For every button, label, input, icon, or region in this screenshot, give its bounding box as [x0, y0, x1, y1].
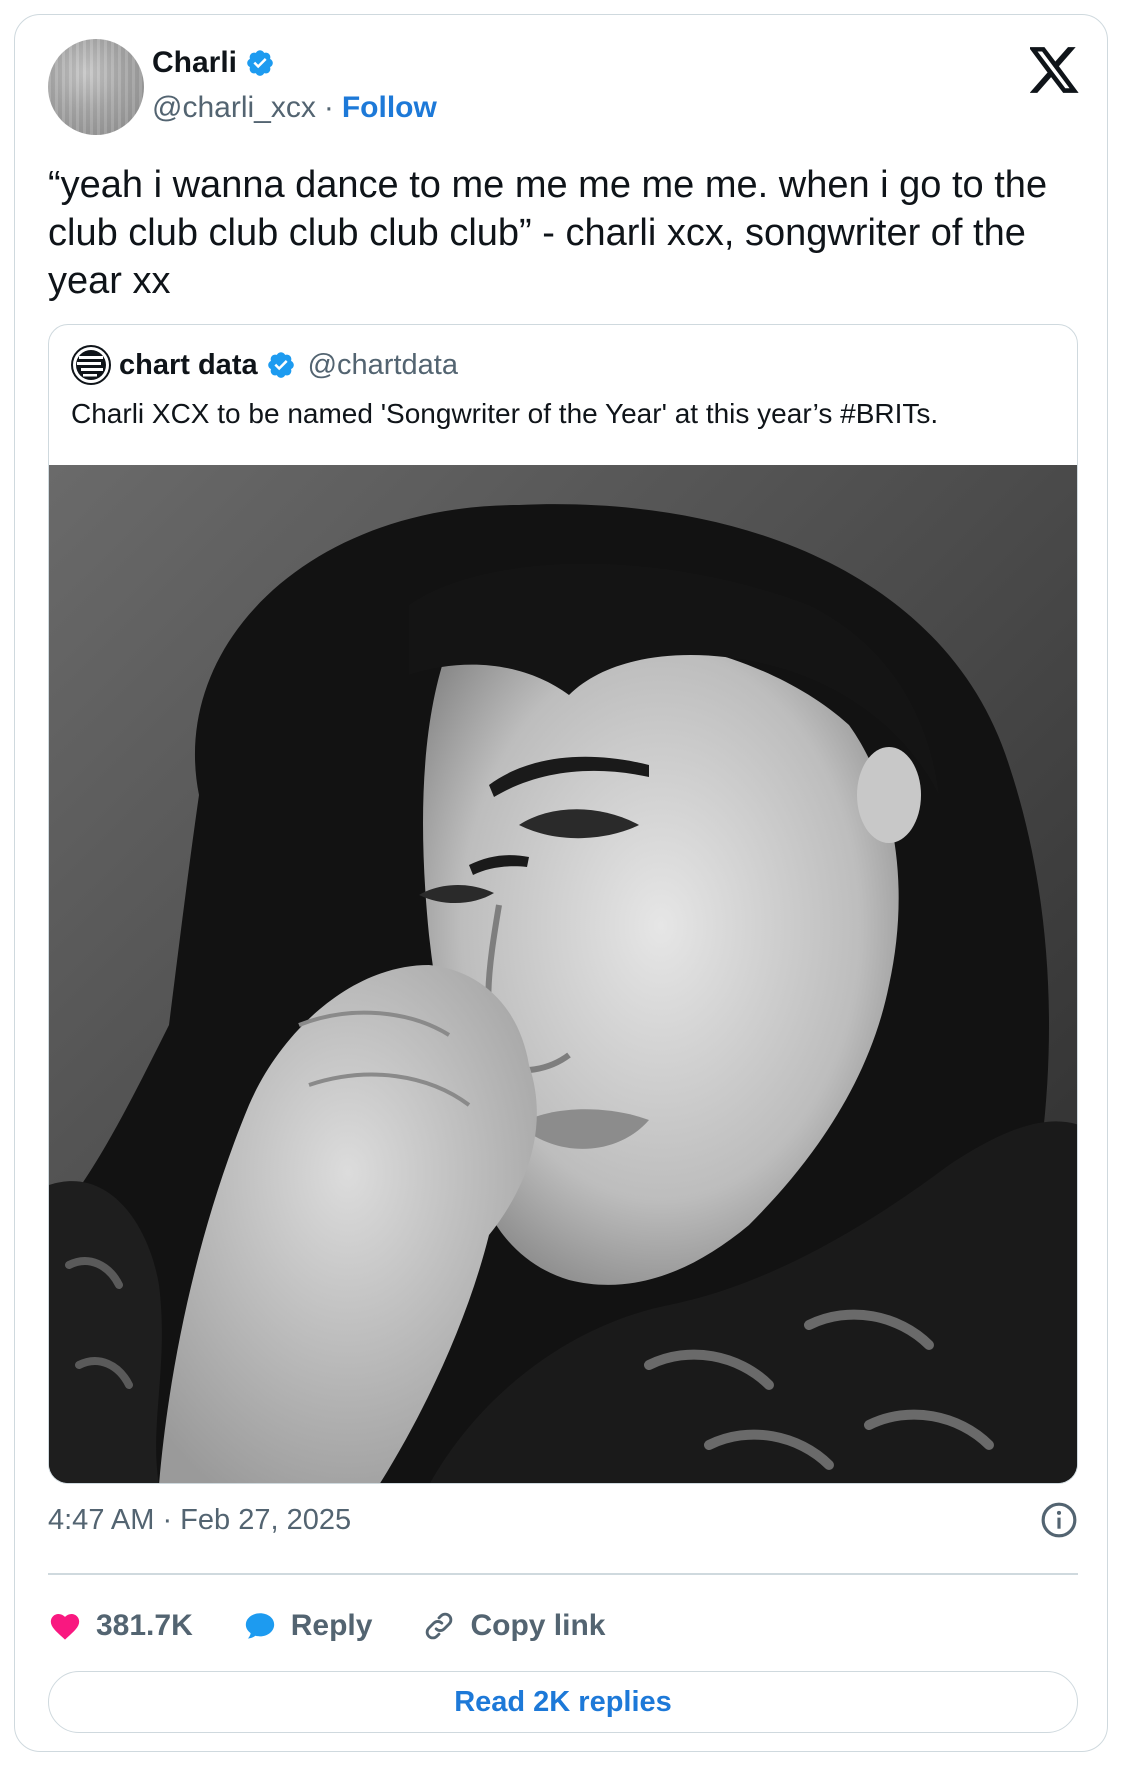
verified-badge-icon: [247, 50, 273, 76]
heart-icon: [50, 1613, 80, 1640]
author-name-row: Charli: [152, 45, 275, 81]
copy-link-button[interactable]: Copy link: [422, 1609, 605, 1643]
info-icon[interactable]: [1040, 1501, 1078, 1539]
x-logo-icon[interactable]: [1030, 47, 1080, 93]
quoted-verified-badge-icon: [267, 352, 294, 378]
handle-separator: ·: [323, 91, 334, 124]
read-replies-button[interactable]: Read 2K replies: [48, 1671, 1078, 1733]
follow-button[interactable]: Follow: [342, 90, 437, 126]
avatar-texture: [48, 39, 144, 135]
copy-link-label: Copy link: [470, 1609, 606, 1642]
divider: [48, 1573, 1078, 1575]
quoted-display-name[interactable]: chart data: [119, 349, 258, 382]
quoted-tweet-text: Charli XCX to be named 'Songwriter of th…: [71, 398, 939, 429]
author-handle[interactable]: @charli_xcx: [152, 90, 316, 126]
quoted-tweet-header: chart data @chartdata: [71, 345, 458, 385]
author-handle-row: @charli_xcx · Follow: [152, 90, 437, 126]
link-icon: [426, 1612, 453, 1640]
tweet-timestamp[interactable]: 4:47 AM · Feb 27, 2025: [48, 1502, 351, 1538]
chart-data-avatar[interactable]: [71, 345, 111, 385]
tweet-text: “yeah i wanna dance to me me me me me. w…: [48, 164, 1048, 302]
tweet-card: Charli @charli_xcx · Follow “yeah i wann…: [14, 14, 1108, 1752]
action-bar: 381.7K Reply Copy link: [48, 1601, 655, 1651]
author-display-name[interactable]: Charli: [152, 45, 237, 81]
like-count: 381.7K: [96, 1609, 193, 1642]
like-button[interactable]: 381.7K: [48, 1609, 193, 1643]
reply-button[interactable]: Reply: [243, 1609, 373, 1643]
reply-label: Reply: [290, 1609, 373, 1642]
quoted-handle[interactable]: @chartdata: [308, 349, 458, 382]
reply-bubble-icon: [245, 1613, 274, 1639]
author-avatar[interactable]: [48, 39, 144, 135]
quoted-photo[interactable]: [49, 465, 1078, 1484]
quoted-tweet[interactable]: chart data @chartdata Charli XCX to be n…: [48, 324, 1078, 1484]
